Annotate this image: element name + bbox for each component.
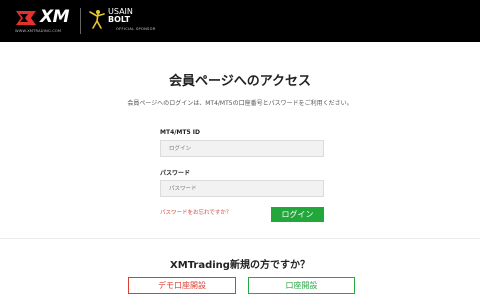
password-label: パスワード (160, 170, 191, 177)
login-button[interactable]: ログイン (271, 207, 324, 222)
sponsor-name: USAIN BOLT (108, 8, 133, 24)
intro-text: 会員ページへのログインは、MT4/MT5の口座番号とパスワードをご利用ください。 (127, 100, 353, 107)
password-input[interactable] (160, 180, 324, 197)
sponsor-subtitle: OFFICIAL SPONSOR (116, 27, 156, 31)
section-divider (0, 238, 480, 239)
sponsor-name-line2: BOLT (108, 15, 131, 24)
xm-logo-icon[interactable] (14, 9, 40, 27)
site-header: XM WWW.XMTRADING.COM USAIN BOLT OFFICIAL… (0, 0, 480, 42)
login-id-input[interactable] (160, 140, 324, 157)
id-label: MT4/MT5 ID (160, 129, 200, 136)
logo-url: WWW.XMTRADING.COM (15, 29, 62, 33)
page-title: 会員ページへのアクセス (168, 74, 312, 89)
forgot-password-link[interactable]: パスワードをお忘れですか？ (160, 208, 231, 216)
open-demo-account-button[interactable]: デモ口座開設 (128, 277, 236, 294)
logo-text[interactable]: XM (40, 7, 70, 27)
bolt-pose-icon (89, 10, 105, 29)
signup-question: XMTrading新規の方ですか？ (170, 260, 310, 271)
open-real-account-button[interactable]: 口座開設 (248, 277, 355, 294)
header-divider (80, 8, 81, 34)
